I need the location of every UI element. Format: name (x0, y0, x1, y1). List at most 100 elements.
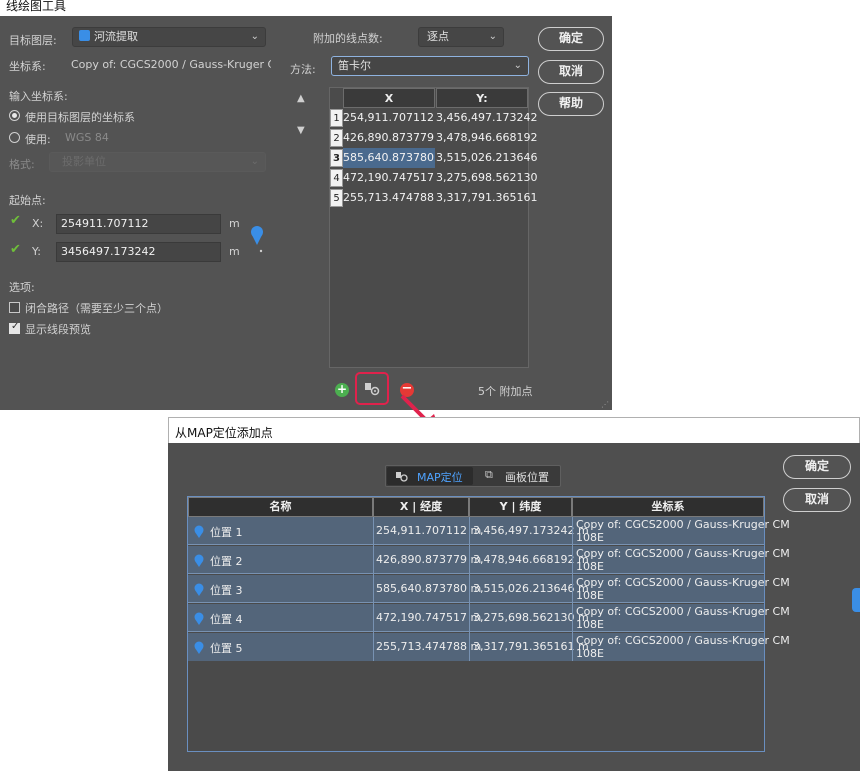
tab-board-label: 画板位置 (505, 471, 549, 484)
format-select[interactable]: 投影单位 ⌄ (49, 152, 266, 172)
row-x: 254,911.707112 m (376, 524, 482, 537)
row-number[interactable]: 1 (330, 109, 343, 127)
y-unit: m (229, 245, 240, 258)
x-unit: m (229, 217, 240, 230)
extra-points-select[interactable]: 逐点 ⌄ (418, 27, 504, 47)
table-row[interactable]: 位置 4 472,190.747517 m 3,275,698.562130 m… (188, 604, 790, 632)
col-divider (572, 517, 573, 661)
method-label: 方法: (290, 63, 316, 76)
col-header-y[interactable]: Y | 纬度 (469, 497, 572, 517)
col-divider (469, 517, 470, 661)
tab-board[interactable]: ⧉ 画板位置 (479, 467, 559, 485)
show-preview-label: 显示线段预览 (25, 323, 91, 336)
row-x: 426,890.873779 m (376, 553, 482, 566)
tab-map[interactable]: MAP定位 (387, 467, 473, 485)
use-custom-cs-radio[interactable] (9, 132, 20, 143)
row-x: 472,190.747517 m (376, 611, 482, 624)
x-input[interactable]: 254911.707112 (56, 214, 221, 234)
col-header-x[interactable]: X | 经度 (373, 497, 469, 517)
use-label: 使用: (25, 133, 51, 146)
format-value: 投影单位 (62, 155, 106, 168)
row-name: 位置 4 (210, 613, 243, 626)
cancel-button[interactable]: 取消 (538, 60, 604, 84)
move-down-icon[interactable]: ▼ (297, 125, 305, 136)
pin-icon (194, 612, 204, 625)
table-row[interactable]: 位置 1 254,911.707112 m 3,456,497.173242 m… (188, 517, 790, 545)
format-label: 格式: (9, 158, 35, 171)
target-layer-select[interactable]: 河流提取 ⌄ (72, 27, 266, 47)
grid-cell-y[interactable]: 3,515,026.213646 (436, 148, 537, 168)
use-target-cs-radio[interactable] (9, 110, 20, 121)
grid-cell-y[interactable]: 3,317,791.365161 (436, 188, 537, 208)
map-dialog-title: 从MAP定位添加点 (175, 426, 273, 440)
extra-points-value: 逐点 (427, 30, 449, 43)
row-x: 585,640.873780 m (376, 582, 482, 595)
map-locate-icon (396, 472, 408, 482)
start-point-label: 起始点: (9, 194, 46, 207)
row-cs-line1: Copy of: CGCS2000 / Gauss-Kruger CM (576, 576, 790, 589)
y-label: Y: (32, 245, 41, 258)
row-number[interactable]: 5 (330, 189, 343, 207)
col-header-cs[interactable]: 坐标系 (572, 497, 764, 517)
row-x: 255,713.474788 m (376, 640, 482, 653)
pin-icon (194, 641, 204, 654)
show-preview-checkbox[interactable] (9, 321, 20, 334)
row-cs-line1: Copy of: CGCS2000 / Gauss-Kruger CM (576, 605, 790, 618)
row-cs-line2: 108E (576, 531, 604, 544)
row-cs-line2: 108E (576, 589, 604, 602)
pin-icon (194, 583, 204, 596)
col-divider (373, 517, 374, 661)
grid-cell-y[interactable]: 3,456,497.173242 (436, 108, 537, 128)
tool-title: 线绘图工具 (6, 0, 67, 13)
row-cs-line1: Copy of: CGCS2000 / Gauss-Kruger CM (576, 634, 790, 647)
target-layer-label: 目标图层: (9, 34, 57, 47)
grid-cell-x[interactable]: 472,190.747517 (343, 168, 435, 188)
pin-icon[interactable] (249, 225, 265, 255)
row-number[interactable]: 4 (330, 169, 343, 187)
row-number[interactable]: 2 (330, 129, 343, 147)
grid-cell-x[interactable]: 585,640.873780 (343, 148, 435, 168)
grid-cell-y[interactable]: 3,478,946.668192 (436, 128, 537, 148)
grid-header-x: X (343, 88, 435, 108)
map-dialog-titlebar: 从MAP定位添加点 (168, 417, 860, 443)
table-row[interactable]: 位置 3 585,640.873780 m 3,515,026.213646 m… (188, 575, 790, 603)
layer-icon (79, 30, 90, 41)
y-input[interactable]: 3456497.173242 (56, 242, 221, 262)
add-point-icon[interactable]: + (335, 383, 349, 397)
use-value: WGS 84 (65, 131, 109, 144)
grid-cell-x[interactable]: 426,890.873779 (343, 128, 435, 148)
ok-button[interactable]: 确定 (538, 27, 604, 51)
target-layer-value: 河流提取 (94, 30, 138, 43)
help-button[interactable]: 帮助 (538, 92, 604, 116)
chevron-down-icon: ⌄ (488, 31, 497, 42)
check-icon: ✔ (10, 242, 21, 257)
table-row[interactable]: 位置 5 255,713.474788 m 3,317,791.365161 m… (188, 633, 790, 661)
use-target-cs-label: 使用目标图层的坐标系 (25, 111, 135, 124)
resize-grip-icon[interactable]: ⋰ (601, 400, 609, 409)
close-path-checkbox[interactable] (9, 302, 20, 313)
grid-cell-x[interactable]: 255,713.474788 (343, 188, 435, 208)
chevron-down-icon: ⌄ (250, 31, 259, 42)
row-name: 位置 2 (210, 555, 243, 568)
col-header-name[interactable]: 名称 (188, 497, 373, 517)
input-cs-label: 输入坐标系: (9, 90, 68, 103)
row-number[interactable]: 3 (330, 149, 343, 167)
row-cs-line2: 108E (576, 618, 604, 631)
map-cancel-button[interactable]: 取消 (783, 488, 851, 512)
side-handle[interactable] (852, 588, 860, 612)
grid-cell-x[interactable]: 254,911.707112 (343, 108, 435, 128)
grid-cell-y[interactable]: 3,275,698.562130 (436, 168, 537, 188)
tab-map-label: MAP定位 (417, 471, 463, 484)
row-name: 位置 1 (210, 526, 243, 539)
method-select[interactable]: 笛卡尔 ⌄ (331, 56, 529, 76)
check-icon: ✔ (10, 213, 21, 228)
move-up-icon[interactable]: ▲ (297, 93, 305, 104)
row-cs-line2: 108E (576, 647, 604, 660)
row-cs-line2: 108E (576, 560, 604, 573)
add-from-map-button[interactable] (355, 372, 389, 405)
map-ok-button[interactable]: 确定 (783, 455, 851, 479)
x-label: X: (32, 217, 44, 230)
grid-header-y: Y: (436, 88, 528, 108)
map-locate-icon (365, 383, 380, 396)
table-row[interactable]: 位置 2 426,890.873779 m 3,478,946.668192 m… (188, 546, 790, 574)
